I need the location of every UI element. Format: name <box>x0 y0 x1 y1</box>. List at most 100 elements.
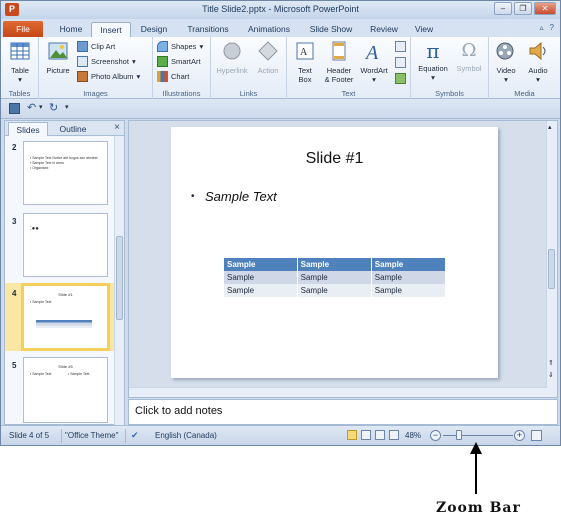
slides-pane-scrollbar[interactable] <box>114 136 124 425</box>
wordart-button[interactable]: A WordArt ▾ <box>357 40 391 84</box>
zoom-slider-track[interactable] <box>443 435 513 436</box>
scrollbar-thumb[interactable] <box>548 249 555 289</box>
spelling-check-icon[interactable]: ✔ <box>131 430 139 441</box>
normal-view-icon[interactable] <box>347 430 357 440</box>
video-button[interactable]: Video ▾ <box>491 40 521 84</box>
slide-thumbnail-5[interactable]: Slide #5 • Sample Text • Sample Text <box>23 357 108 423</box>
tab-slide-show[interactable]: Slide Show <box>305 22 357 37</box>
symbol-button[interactable]: Ω Symbol <box>453 40 485 73</box>
next-slide-icon[interactable]: ⇓ <box>548 371 554 379</box>
customize-qat-icon[interactable]: ▾ <box>65 103 69 111</box>
tab-view[interactable]: View <box>409 22 439 37</box>
object-icon[interactable] <box>395 73 406 84</box>
photo-album-button[interactable]: Photo Album ▾ <box>77 70 140 83</box>
group-illustrations: Shapes ▾ SmartArt Chart Illustrations <box>153 37 211 99</box>
redo-icon[interactable]: ↻ <box>49 101 58 114</box>
text-box-icon: A <box>296 42 314 60</box>
table-cell[interactable]: Sample <box>371 271 447 284</box>
table-cell[interactable]: Sample <box>297 271 372 284</box>
tab-home[interactable]: Home <box>53 22 89 37</box>
help-icon[interactable]: ? <box>550 23 554 32</box>
slide-title[interactable]: Slide #1 <box>171 150 498 168</box>
slide-table[interactable]: Sample Sample Sample Sample Sample Sampl… <box>224 258 447 297</box>
photo-album-icon <box>77 71 88 82</box>
picture-button[interactable]: Picture <box>43 40 73 75</box>
thumb-number: 5 <box>12 361 17 370</box>
slide-vertical-scrollbar[interactable]: ▴ ⇑ ⇓ <box>546 121 557 397</box>
table-cell[interactable]: Sample <box>297 284 372 297</box>
action-button[interactable]: Action <box>253 40 283 75</box>
zoom-out-button[interactable]: − <box>430 430 441 441</box>
slide-number-icon[interactable] <box>395 57 406 68</box>
close-pane-icon[interactable]: × <box>114 122 120 133</box>
table-row: Sample Sample Sample <box>224 284 447 297</box>
tab-file[interactable]: File <box>3 21 43 37</box>
text-box-button[interactable]: A Text Box <box>290 40 320 84</box>
slide-thumbnail-2[interactable]: • Sample Text Notice abt bogus axo abste… <box>23 141 108 205</box>
previous-slide-icon[interactable]: ⇑ <box>548 359 554 367</box>
clip-art-button[interactable]: Clip Art <box>77 40 115 53</box>
tab-slides[interactable]: Slides <box>8 122 48 136</box>
table-cell[interactable]: Sample <box>224 271 298 284</box>
restore-button[interactable]: ❐ <box>514 2 532 15</box>
slide-show-icon[interactable] <box>389 430 399 440</box>
table-row: Sample Sample Sample <box>224 271 447 284</box>
picture-label: Picture <box>46 66 70 75</box>
tab-review[interactable]: Review <box>365 22 403 37</box>
chart-button[interactable]: Chart <box>157 70 189 83</box>
current-slide[interactable]: Slide #1 • Sample Text Sample Sample Sam… <box>171 127 498 378</box>
minimize-ribbon-icon[interactable]: ▵ <box>540 23 544 32</box>
notes-pane[interactable]: Click to add notes <box>128 399 558 425</box>
scrollbar-thumb[interactable] <box>116 236 123 320</box>
audio-button[interactable]: Audio ▾ <box>523 40 553 84</box>
table-cell[interactable]: Sample <box>371 284 447 297</box>
screenshot-button[interactable]: Screenshot ▾ <box>77 55 136 68</box>
zoom-in-button[interactable]: + <box>514 430 525 441</box>
group-text: A Text Box Header & Footer A WordArt ▾ T… <box>287 37 411 99</box>
tab-animations[interactable]: Animations <box>241 22 297 37</box>
language[interactable]: English (Canada) <box>155 431 217 440</box>
table-label: Table <box>11 66 29 75</box>
shapes-button[interactable]: Shapes ▾ <box>157 40 203 53</box>
fit-to-window-icon[interactable] <box>531 430 542 441</box>
slide-sorter-icon[interactable] <box>361 430 371 440</box>
svg-text:A: A <box>364 42 379 62</box>
table-header-cell[interactable]: Sample <box>371 258 447 271</box>
undo-icon[interactable]: ↶ <box>27 101 36 114</box>
smartart-button[interactable]: SmartArt <box>157 55 201 68</box>
slide-thumbnail-3[interactable]: :●● <box>23 213 108 277</box>
group-label-text: Text <box>341 89 356 98</box>
group-label-illustrations: Illustrations <box>162 89 201 98</box>
table-header-cell[interactable]: Sample <box>224 258 298 271</box>
zoom-level[interactable]: 48% <box>405 431 421 440</box>
scroll-up-icon[interactable]: ▴ <box>548 123 552 131</box>
theme-name[interactable]: "Office Theme" <box>65 431 118 440</box>
film-reel-icon <box>496 42 514 60</box>
minimize-button[interactable]: – <box>494 2 512 15</box>
header-footer-button[interactable]: Header & Footer <box>321 40 357 84</box>
date-time-icon[interactable] <box>395 41 406 52</box>
save-icon[interactable] <box>9 103 20 114</box>
annotation-arrow <box>470 442 482 494</box>
group-tables: Table ▾ Tables <box>1 37 39 99</box>
zoom-bar-annotation: Zoom Bar <box>436 500 521 516</box>
close-button[interactable]: ✕ <box>534 2 556 15</box>
table-button[interactable]: Table ▾ <box>5 40 35 84</box>
table-cell[interactable]: Sample <box>224 284 298 297</box>
tab-transitions[interactable]: Transitions <box>181 22 235 37</box>
tab-design[interactable]: Design <box>135 22 173 37</box>
slide-editor: Slide #1 • Sample Text Sample Sample Sam… <box>128 120 558 398</box>
zoom-slider-thumb[interactable] <box>456 430 462 440</box>
tab-outline[interactable]: Outline <box>51 122 95 136</box>
group-label-tables: Tables <box>8 89 31 98</box>
slide-bullet-text[interactable]: Sample Text <box>205 189 277 204</box>
slide-thumbnail-4[interactable]: Slide #1 • Sample Text <box>21 283 110 351</box>
slide-horizontal-scrollbar[interactable] <box>129 387 547 397</box>
svg-text:A: A <box>300 47 308 58</box>
hyperlink-button[interactable]: Hyperlink <box>215 40 249 75</box>
equation-button[interactable]: π Equation ▾ <box>415 40 451 82</box>
tab-insert[interactable]: Insert <box>91 22 131 37</box>
undo-dropdown-icon[interactable]: ▾ <box>39 103 43 111</box>
reading-view-icon[interactable] <box>375 430 385 440</box>
table-header-cell[interactable]: Sample <box>297 258 372 271</box>
